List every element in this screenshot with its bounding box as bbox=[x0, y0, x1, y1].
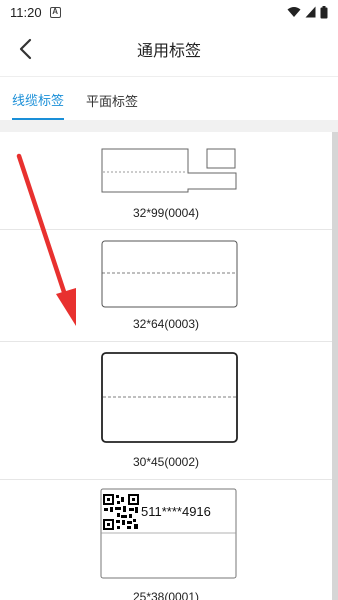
back-button[interactable] bbox=[12, 36, 38, 62]
label-name: 30*45(0002) bbox=[132, 455, 200, 469]
tab-cable-labels[interactable]: 线缆标签 bbox=[12, 90, 65, 120]
header: 通用标签 bbox=[0, 24, 338, 74]
qr-code-icon bbox=[103, 494, 139, 530]
section-divider bbox=[0, 120, 338, 132]
tab-bar: 线缆标签 平面标签 bbox=[0, 76, 338, 120]
tab-flat-labels[interactable]: 平面标签 bbox=[86, 91, 138, 120]
label-name: 25*38(0001) bbox=[132, 590, 200, 600]
label-sample-text: 511****4916 bbox=[141, 504, 211, 519]
label-name: 32*99(0004) bbox=[132, 206, 200, 220]
label-item-30x45[interactable]: 30*45(0002) bbox=[0, 342, 332, 480]
label-preview-32x99 bbox=[101, 148, 237, 193]
status-time: 11:20 bbox=[10, 4, 42, 20]
page-title: 通用标签 bbox=[136, 43, 201, 60]
label-item-25x38[interactable]: 511****4916 25*38(0001) bbox=[0, 480, 332, 600]
notification-icon: A bbox=[49, 6, 61, 18]
battery-icon bbox=[320, 5, 328, 18]
label-preview-30x45 bbox=[101, 352, 238, 443]
label-item-32x64[interactable]: 32*64(0003) bbox=[0, 230, 332, 342]
label-item-32x99[interactable]: 32*99(0004) bbox=[0, 132, 332, 230]
label-name: 32*64(0003) bbox=[132, 317, 200, 331]
scroll-thumb[interactable] bbox=[332, 132, 338, 600]
label-preview-32x64 bbox=[101, 240, 238, 308]
label-list: 32*99(0004) 32*64(0003) 30*45(0002) 511*… bbox=[0, 132, 332, 600]
chevron-left-icon bbox=[19, 38, 32, 60]
status-icons bbox=[287, 5, 328, 19]
signal-icon bbox=[305, 6, 316, 18]
status-bar: 11:20 A bbox=[0, 0, 338, 24]
wifi-icon bbox=[287, 7, 301, 17]
scrollbar[interactable] bbox=[332, 132, 338, 600]
